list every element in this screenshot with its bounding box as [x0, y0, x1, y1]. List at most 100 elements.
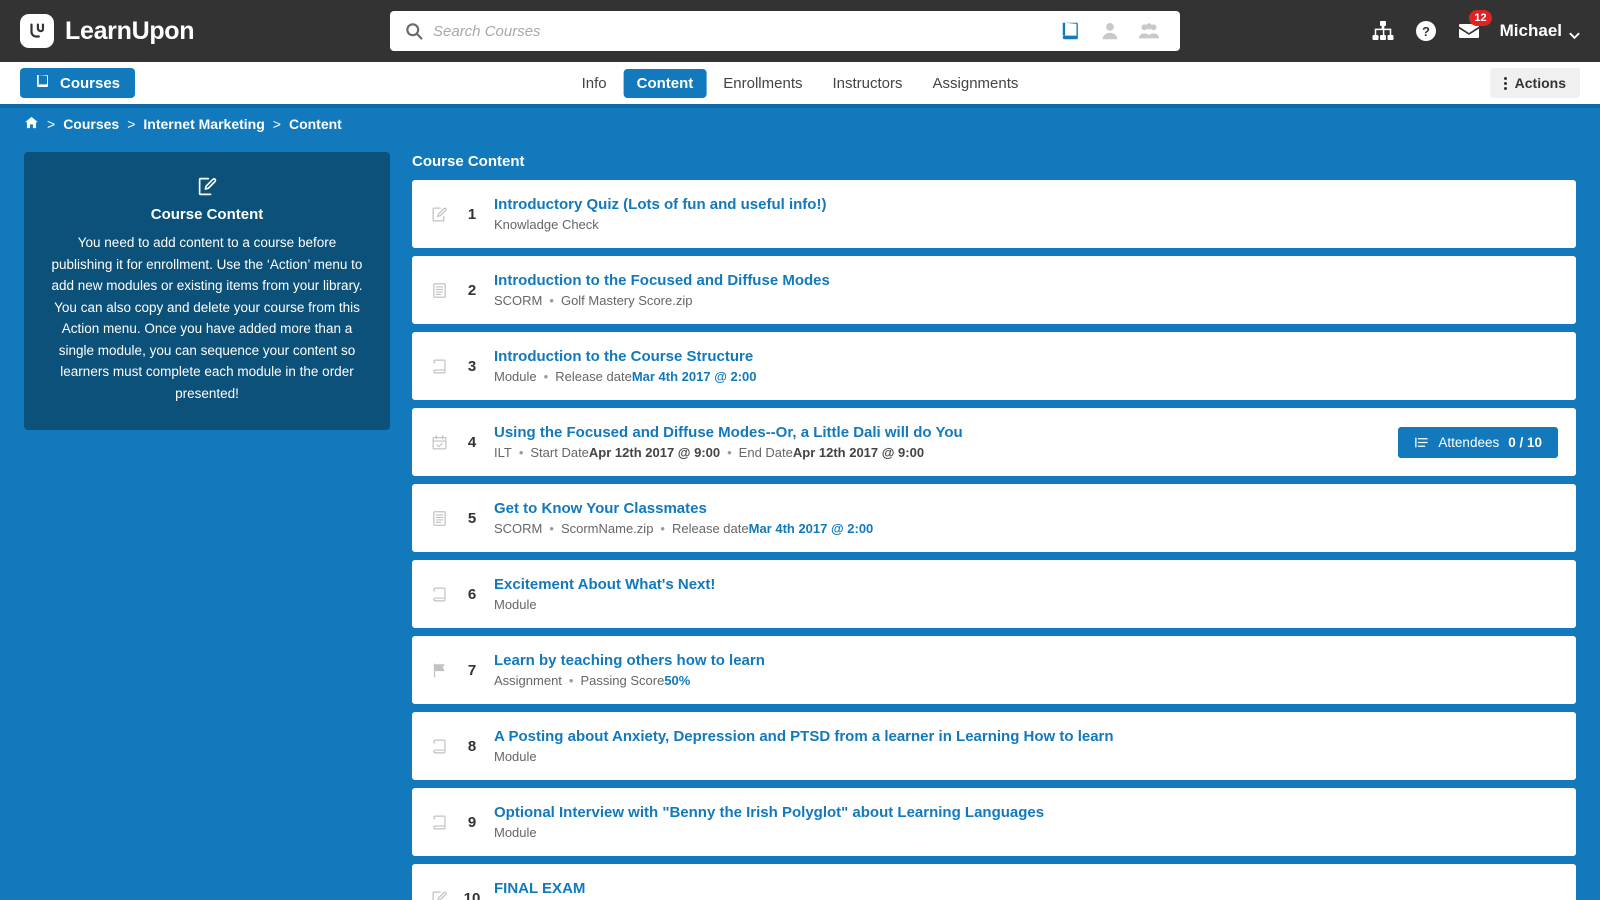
meta-text: Passing Score [580, 673, 665, 688]
meta-separator: • [727, 445, 732, 460]
module-icon [428, 738, 450, 755]
courses-button[interactable]: Courses [20, 68, 136, 98]
content-item-row[interactable]: 8 A Posting about Anxiety, Depression and… [412, 712, 1576, 780]
tab-info[interactable]: Info [569, 69, 620, 98]
content-item-main: Introductory Quiz (Lots of fun and usefu… [494, 196, 1558, 232]
tab-content[interactable]: Content [623, 68, 707, 98]
content-item-meta: Module [494, 597, 1558, 612]
meta-link-value[interactable]: Mar 4th 2017 @ 2:00 [749, 521, 874, 536]
group-filter-icon[interactable] [1138, 20, 1160, 42]
content-item-row[interactable]: 7 Learn by teaching others how to learn As… [412, 636, 1576, 704]
content-item-row[interactable]: 9 Optional Interview with "Benny the Iris… [412, 788, 1576, 856]
quiz-icon [428, 890, 450, 900]
home-icon[interactable] [24, 115, 39, 133]
user-menu[interactable]: Michael [1500, 21, 1580, 41]
tab-enrollments[interactable]: Enrollments [710, 69, 815, 98]
svg-text:?: ? [1422, 24, 1430, 39]
user-name-label: Michael [1499, 21, 1562, 40]
content-item-number: 3 [467, 357, 477, 375]
search-input[interactable] [424, 11, 1060, 51]
content-item-number: 6 [467, 585, 477, 603]
content-item-title[interactable]: Get to Know Your Classmates [494, 500, 1558, 517]
brand-name: LearnUpon [65, 16, 195, 45]
meta-text: ILT [494, 445, 512, 460]
content-item-row[interactable]: 4 Using the Focused and Diffuse Modes--Or… [412, 408, 1576, 476]
search-bar[interactable] [390, 11, 1180, 51]
meta-link-value[interactable]: Mar 4th 2017 @ 2:00 [632, 369, 757, 384]
content-item-meta: ILT • Start Date Apr 12th 2017 @ 9:00 • End … [494, 445, 1384, 460]
top-bar: LearnUpon ? [0, 0, 1600, 62]
content-item-number: 1 [467, 205, 477, 223]
content-item-number: 7 [467, 661, 477, 679]
breadcrumb-item-internet-marketing[interactable]: Internet Marketing [143, 116, 264, 132]
content-item-title[interactable]: Excitement About What's Next! [494, 576, 1558, 593]
help-panel-body: You need to add content to a course befo… [51, 235, 363, 401]
courses-button-label: Courses [60, 74, 121, 92]
meta-text: SCORM [494, 293, 543, 308]
help-circle-icon[interactable]: ? [1414, 19, 1438, 43]
meta-text: Assignment [494, 673, 562, 688]
content-item-main: FINAL EXAMExam•12 questions•Passing Scor… [494, 880, 1558, 900]
learnupon-logo-icon [20, 14, 54, 48]
content-item-title[interactable]: Optional Interview with "Benny the Irish… [494, 804, 1558, 821]
actions-button[interactable]: Actions [1489, 68, 1580, 98]
content-item-main: Using the Focused and Diffuse Modes--Or,… [494, 424, 1384, 460]
sitemap-icon[interactable] [1371, 19, 1395, 43]
messages-button[interactable]: 12 [1457, 10, 1492, 43]
meta-text: Release date [671, 521, 749, 536]
content-item-number: 8 [467, 737, 477, 755]
content-item-main: Learn by teaching others how to learn Ass… [494, 652, 1558, 688]
breadcrumb-item-courses[interactable]: Courses [63, 116, 119, 132]
breadcrumb-item-content: Content [288, 116, 342, 132]
secondary-nav-bar: Courses Info Content Enrollments Instruc… [0, 62, 1600, 108]
meta-text: Knowladge Check [494, 217, 599, 232]
meta-text: Module [494, 597, 537, 612]
breadcrumb-separator: > [272, 116, 281, 132]
attendees-button-label: Attendees [1438, 434, 1500, 450]
meta-link-value[interactable]: 50% [664, 673, 690, 688]
breadcrumb: > Courses > Internet Marketing > Content [0, 108, 1600, 140]
content-item-title[interactable]: Learn by teaching others how to learn [494, 652, 1558, 669]
edit-square-icon [197, 176, 218, 197]
meta-text: ScormName.zip [560, 521, 654, 536]
content-item-meta: Knowladge Check [494, 217, 1558, 232]
course-content-list: 1 Introductory Quiz (Lots of fun and usef… [412, 180, 1576, 900]
meta-separator: • [549, 521, 554, 536]
content-item-meta: Assignment • Passing Score 50% [494, 673, 1558, 688]
attendees-count: 0 / 10 [1508, 434, 1542, 450]
meta-text: Golf Mastery Score.zip [560, 293, 693, 308]
course-tabs: Info Content Enrollments Instructors Ass… [569, 68, 1032, 98]
content-item-row[interactable]: 10 FINAL EXAMExam•12 questions•Passing Sc… [412, 864, 1576, 900]
attendees-button[interactable]: Attendees 0 / 10 [1398, 426, 1558, 458]
content-item-number: 9 [467, 813, 477, 831]
content-item-main: Excitement About What's Next! Module [494, 576, 1558, 612]
courses-filter-icon[interactable] [1060, 20, 1082, 42]
content-item-meta: SCORM • ScormName.zip • Release date Mar 4th… [494, 521, 1558, 536]
chevron-down-icon [1569, 26, 1580, 39]
user-filter-icon[interactable] [1099, 20, 1121, 42]
vertical-dots-icon [1503, 76, 1507, 90]
scorm-icon [428, 510, 450, 527]
module-icon [428, 814, 450, 831]
meta-separator: • [549, 293, 554, 308]
meta-separator: • [568, 673, 574, 688]
content-item-title[interactable]: Introductory Quiz (Lots of fun and usefu… [494, 196, 1558, 213]
tab-assignments[interactable]: Assignments [920, 69, 1032, 98]
content-item-row[interactable]: 6 Excitement About What's Next! Module [412, 560, 1576, 628]
meta-strong-value: Apr 12th 2017 @ 9:00 [792, 445, 925, 460]
content-item-row[interactable]: 3 Introduction to the Course Structure Mod… [412, 332, 1576, 400]
content-item-row[interactable]: 5 Get to Know Your Classmates SCORM • ScormN… [412, 484, 1576, 552]
content-item-row[interactable]: 1 Introductory Quiz (Lots of fun and usef… [412, 180, 1576, 248]
quiz-icon [428, 206, 450, 223]
content-item-title[interactable]: Introduction to the Course Structure [494, 348, 1558, 365]
tab-instructors[interactable]: Instructors [819, 69, 915, 98]
content-item-title[interactable]: Introduction to the Focused and Diffuse … [494, 272, 1558, 289]
messages-badge: 12 [1469, 10, 1492, 26]
brand-logo[interactable]: LearnUpon [20, 14, 195, 48]
content-item-row[interactable]: 2 Introduction to the Focused and Diffuse… [412, 256, 1576, 324]
content-item-title[interactable]: FINAL EXAM [494, 880, 1558, 897]
content-item-title[interactable]: Using the Focused and Diffuse Modes--Or,… [494, 424, 1384, 441]
actions-button-label: Actions [1514, 75, 1566, 91]
content-item-main: A Posting about Anxiety, Depression and … [494, 728, 1558, 764]
content-item-title[interactable]: A Posting about Anxiety, Depression and … [494, 728, 1558, 745]
